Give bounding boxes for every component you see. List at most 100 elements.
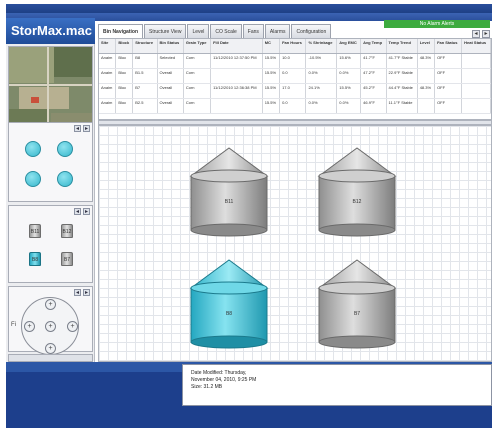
column-header[interactable]: Fill Date — [210, 39, 263, 54]
table-cell: B1.5 — [132, 68, 158, 84]
nav-side-label: Fi — [11, 322, 16, 328]
column-header[interactable]: Bin Status — [157, 39, 184, 54]
tab-level[interactable]: Level — [187, 24, 210, 38]
table-cell: Overall — [157, 83, 184, 99]
map-building — [31, 97, 39, 103]
silo-b8-selected[interactable]: B8 — [187, 256, 271, 351]
tab-fans[interactable]: Fans — [242, 24, 264, 38]
bin-dot[interactable] — [57, 171, 73, 187]
table-header-row: Site Block Structure Bin Status Grain Ty… — [99, 39, 491, 54]
panel-prev-button[interactable]: ◂ — [74, 208, 81, 215]
table-cell — [461, 83, 491, 99]
map-field — [19, 87, 69, 109]
table-cell — [417, 68, 436, 84]
silo-b12[interactable]: B12 — [315, 144, 399, 239]
column-header[interactable]: Avg Temp — [360, 39, 387, 54]
table-cell: OFF — [434, 83, 463, 99]
table-cell: 0.0% — [305, 98, 338, 114]
maximize-button[interactable]: ▸ — [482, 30, 490, 38]
table-row[interactable]: Anaim Bloc B2.5 Overall Corn 15.5% 0.0 0… — [99, 98, 491, 114]
pan-down-button[interactable]: + — [45, 343, 56, 354]
mini-silo-icon-selected[interactable]: B8 — [29, 252, 41, 266]
tab-configuration[interactable]: Configuration — [291, 24, 332, 38]
pan-up-button[interactable]: + — [45, 299, 56, 310]
table-cell: 15.6% — [336, 53, 362, 69]
main-tabs: Bin Navigation Structure View Level CO S… — [98, 24, 332, 38]
column-header[interactable]: Site — [99, 39, 117, 54]
tooltip-date-value: November 04, 2010, 9:25 PM — [191, 377, 257, 383]
sidebar-scrollbar[interactable] — [8, 354, 93, 362]
table-cell: Anaim — [99, 83, 117, 99]
table-cell: -10.5% — [305, 53, 338, 69]
table-row[interactable]: Anaim Bloc B1.5 Overall Corn 15.5% 0.0 0… — [99, 68, 491, 84]
mini-silo-icon[interactable]: B7 — [61, 252, 73, 266]
pan-left-button[interactable]: + — [24, 321, 35, 332]
table-cell: OFF — [434, 98, 463, 114]
column-header[interactable]: Fan Hours — [279, 39, 307, 54]
column-header[interactable]: Block — [115, 39, 134, 54]
table-cell: 0.0% — [305, 68, 338, 84]
table-cell — [417, 98, 436, 114]
mini-silo-icon[interactable]: B11 — [29, 224, 41, 238]
tab-alarms[interactable]: Alarms — [264, 24, 291, 38]
column-header[interactable]: Structure — [132, 39, 158, 54]
column-header[interactable]: Level — [417, 39, 436, 54]
table-cell: Corn — [183, 68, 212, 84]
column-header[interactable]: Temp Trend — [386, 39, 418, 54]
table-cell — [461, 98, 491, 114]
panel-next-button[interactable]: ▸ — [83, 208, 90, 215]
silo-label: B12 — [352, 199, 362, 205]
column-header[interactable]: Grain Type — [183, 39, 212, 54]
table-row[interactable]: Anaim Bloc B8 Selected Corn 11/12/2010 1… — [99, 53, 491, 69]
table-row[interactable]: Anaim Bloc B7 Overall Corn 11/12/2010 12… — [99, 83, 491, 99]
tab-bin-navigation[interactable]: Bin Navigation — [98, 24, 144, 38]
table-cell: 0.0% — [336, 98, 362, 114]
bin-dot[interactable] — [57, 141, 73, 157]
table-cell: 10.0 — [279, 53, 307, 69]
silo-b7[interactable]: B7 — [315, 256, 399, 351]
table-cell: 15.5% — [262, 68, 281, 84]
silo-b11[interactable]: B11 — [187, 144, 271, 239]
panel-prev-button[interactable]: ◂ — [74, 125, 81, 132]
silo-icon — [189, 147, 269, 237]
center-view-button[interactable]: + — [45, 321, 56, 332]
table-cell: 15.5% — [262, 98, 281, 114]
table-cell: 46.9°F — [360, 98, 387, 114]
table-cell: 48.3% — [417, 83, 436, 99]
table-cell: Anaim — [99, 98, 117, 114]
table-cell — [461, 68, 491, 84]
tab-structure-view[interactable]: Structure View — [144, 24, 187, 38]
bin-data-table: Site Block Structure Bin Status Grain Ty… — [98, 38, 492, 120]
table-cell: 41.7°F — [360, 53, 387, 69]
table-cell: 11.1°F Stable — [386, 98, 418, 114]
pan-right-button[interactable]: + — [67, 321, 78, 332]
table-cell: Bloc — [115, 98, 134, 114]
column-header[interactable]: Avg EMC — [336, 39, 362, 54]
silo-icon — [317, 147, 397, 237]
minimize-button[interactable]: ◂ — [472, 30, 480, 38]
table-cell: 17.0 — [279, 83, 307, 99]
table-cell: B2.5 — [132, 98, 158, 114]
silo-label: B11 — [224, 199, 234, 205]
panel-next-button[interactable]: ▸ — [83, 125, 90, 132]
panel-next-button[interactable]: ▸ — [83, 289, 90, 296]
bin-selector-panel: ◂ ▸ B11 B12 B8 B7 — [8, 205, 93, 283]
tooltip-size: Size: 31.2 MB — [191, 384, 223, 390]
panel-prev-button[interactable]: ◂ — [74, 289, 81, 296]
bin-dot[interactable] — [25, 171, 41, 187]
silo-icon — [317, 259, 397, 349]
table-cell: 44.4°F Stable — [386, 83, 418, 99]
mini-silo-icon[interactable]: B12 — [61, 224, 73, 238]
table-cell: Corn — [183, 53, 212, 69]
table-cell: 48.3% — [417, 53, 436, 69]
bin-dot[interactable] — [25, 141, 41, 157]
tab-co-scale[interactable]: CO Scale — [210, 24, 242, 38]
column-header[interactable]: Heat Status — [461, 39, 491, 54]
table-cell: OFF — [434, 68, 463, 84]
table-cell: Corn — [183, 98, 212, 114]
table-cell: 15.5% — [262, 83, 281, 99]
column-header[interactable]: Fan Status — [434, 39, 463, 54]
column-header[interactable]: % Shrinkage — [305, 39, 338, 54]
table-cell: 0.0% — [336, 68, 362, 84]
column-header[interactable]: MC — [262, 39, 281, 54]
